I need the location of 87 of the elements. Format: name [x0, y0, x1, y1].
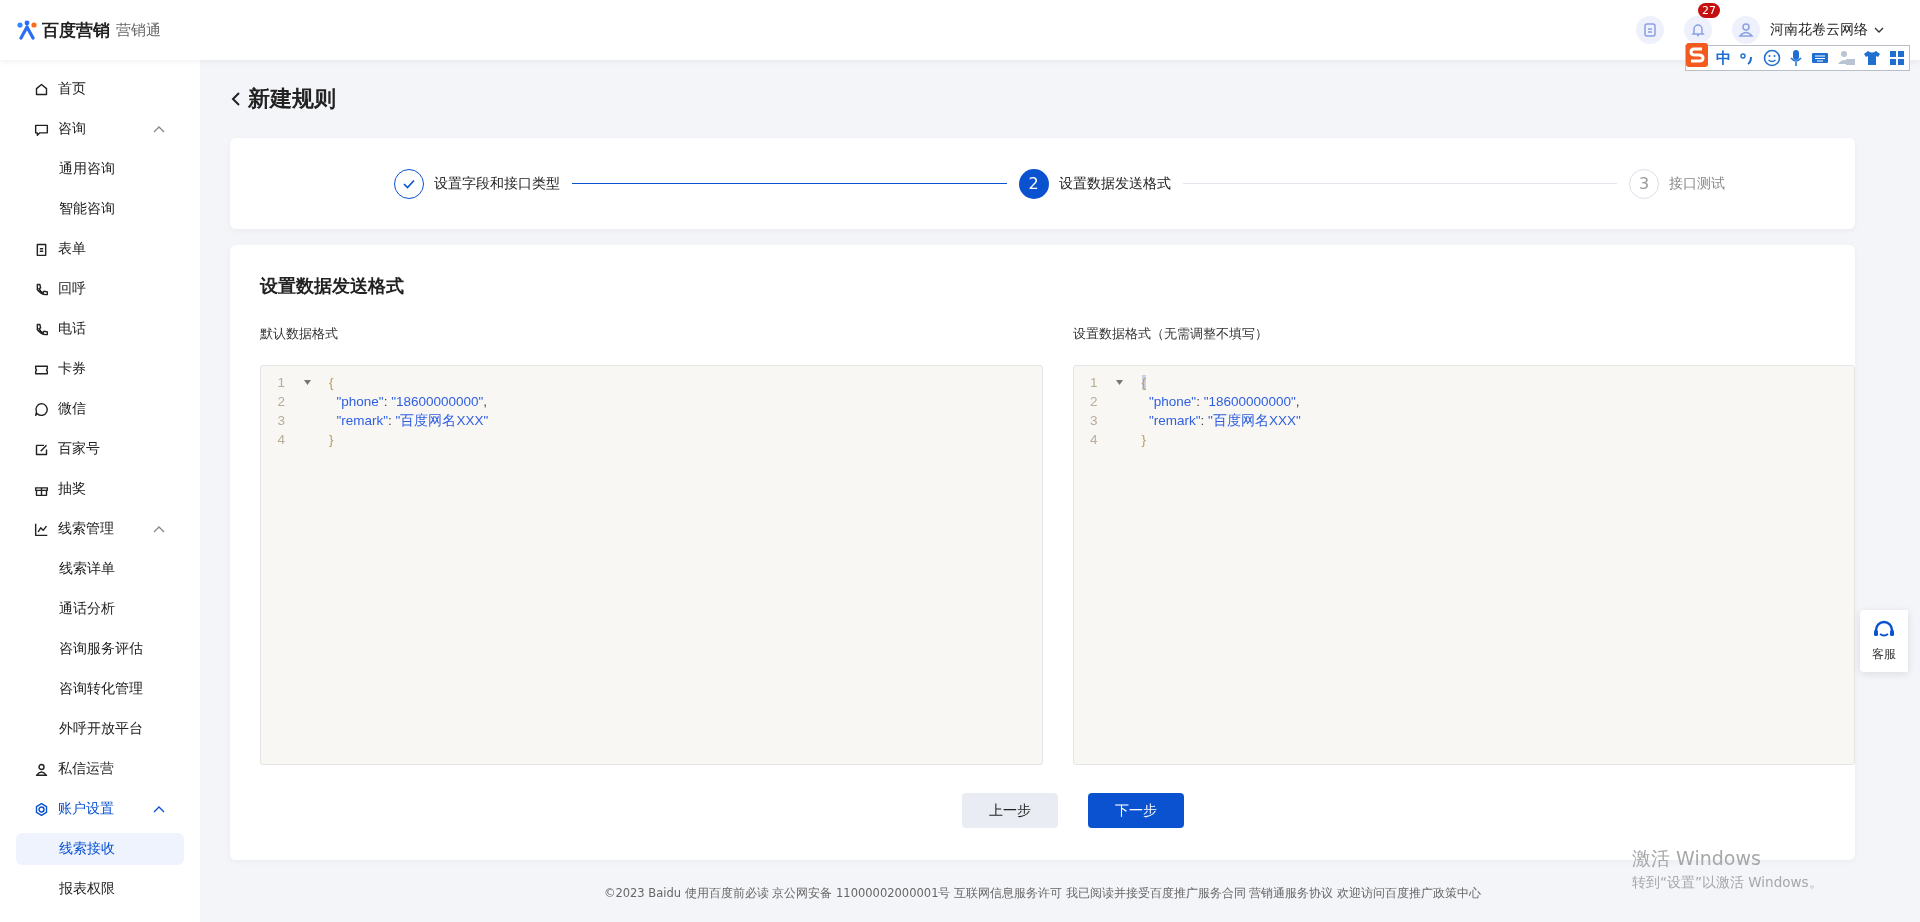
sidebar-subitem[interactable]: 线索接收: [16, 833, 184, 865]
code-line: "phone": "18600000000",: [335, 394, 488, 409]
keyboard-icon[interactable]: [1811, 51, 1829, 65]
sidebar-item[interactable]: 回呼: [0, 269, 200, 309]
code-line: "remark": "百度网名XXX": [335, 411, 489, 430]
code-line: "remark": "百度网名XXX": [1148, 411, 1301, 430]
caret-icon: [1874, 26, 1884, 34]
check-icon: [402, 177, 416, 190]
sidebar-subitem[interactable]: 通话分析: [16, 593, 184, 625]
sidebar-item[interactable]: 私信运营: [0, 749, 200, 789]
user-icon: [1738, 22, 1754, 38]
product-name: 营销通: [116, 20, 161, 40]
activation-hint: 转到“设置”以激活 Windows。: [1632, 874, 1823, 892]
code-line: {: [329, 375, 334, 390]
code-line: }: [329, 432, 334, 447]
code-line: }: [1141, 432, 1146, 447]
ime-mode[interactable]: 中: [1716, 48, 1731, 68]
sidebar-item[interactable]: 咨询: [0, 109, 200, 149]
editor-label: 设置数据格式（无需调整不填写）: [1072, 325, 1269, 343]
brand-name: 百度营销: [42, 18, 110, 42]
sidebar-subitem[interactable]: 智能咨询: [16, 193, 184, 225]
line-number: 4: [1089, 432, 1098, 447]
microphone-icon[interactable]: [1789, 49, 1803, 67]
sidebar-subitem[interactable]: 咨询服务评估: [16, 633, 184, 665]
clipboard-button[interactable]: [1636, 16, 1664, 44]
step-label: 接口测试: [1669, 174, 1725, 193]
fold-icon[interactable]: [1116, 380, 1123, 385]
footer-text: ©2023 Baidu 使用百度前必读 京公网安备 11000002000001号 互联网信息服务许可 我已阅读并接受百度推广服务合同 营销通服务协议 欢迎访问百度推广政策中心: [603, 886, 1482, 901]
customer-service-button[interactable]: 客服: [1860, 610, 1908, 672]
clipboard-icon: [1642, 22, 1658, 38]
grid-icon[interactable]: [1889, 50, 1905, 66]
sidebar-item[interactable]: 账户设置: [0, 789, 200, 829]
step-indicator: 2: [1018, 168, 1049, 199]
step-label: 设置数据发送格式: [1058, 174, 1171, 193]
ime-logo-icon[interactable]: [1686, 43, 1708, 67]
line-number: 2: [276, 394, 285, 409]
phone-icon: [34, 281, 49, 297]
code-editor[interactable]: 1 { 2 "phone": "18600000000", 3 "remark": "百度网名XXX" 4 }: [1072, 365, 1855, 765]
chart-icon: [34, 521, 49, 537]
editor-label: 默认数据格式: [260, 325, 339, 343]
sidebar-item[interactable]: 线索管理: [0, 509, 200, 549]
sidebar-item[interactable]: 电话: [0, 309, 200, 349]
sidebar-item[interactable]: 百家号: [0, 429, 200, 469]
chevron-icon[interactable]: [153, 525, 165, 533]
line-number: 1: [276, 375, 285, 390]
phone-icon: [34, 321, 49, 337]
sidebar-item[interactable]: 抽奖: [0, 469, 200, 509]
notification-button[interactable]: [1684, 16, 1712, 44]
sidebar-subitem[interactable]: 通用咨询: [16, 153, 184, 185]
line-number: 3: [276, 413, 285, 428]
line-number: 4: [276, 432, 285, 447]
account-menu[interactable]: 河南花卷云网络: [1770, 21, 1884, 39]
step-button[interactable]: 下一步: [1087, 793, 1184, 828]
settings-icon: [34, 801, 49, 817]
chevron-icon[interactable]: [153, 125, 165, 133]
line-number: 3: [1089, 413, 1098, 428]
line-number: 1: [1089, 375, 1098, 390]
logo-icon: [16, 20, 38, 40]
fold-icon[interactable]: [303, 380, 311, 385]
sidebar-item[interactable]: 首页: [0, 69, 200, 109]
home-icon: [34, 81, 49, 97]
sidebar-subitem[interactable]: 线索详单: [16, 553, 184, 585]
punctuation-icon[interactable]: [1739, 51, 1755, 65]
step-button[interactable]: 上一步: [961, 793, 1058, 828]
line-number: 2: [1089, 394, 1098, 409]
bell-icon: [1690, 22, 1706, 38]
emoji-icon[interactable]: [1763, 49, 1781, 67]
sidebar-item[interactable]: 卡券: [0, 349, 200, 389]
people-icon: [34, 761, 49, 777]
shirt-icon[interactable]: [1863, 50, 1881, 66]
sidebar-subitem[interactable]: 咨询转化管理: [16, 673, 184, 705]
sidebar-item[interactable]: 微信: [0, 389, 200, 429]
sidebar-subitem[interactable]: 外呼开放平台: [16, 713, 184, 745]
form-icon: [34, 241, 49, 257]
code-line: "phone": "18600000000",: [1148, 394, 1300, 409]
chat-icon: [34, 401, 49, 417]
step-label: 设置字段和接口类型: [434, 174, 560, 193]
section-title: 设置数据发送格式: [260, 275, 405, 297]
page-title: 新建规则: [248, 85, 336, 113]
sidebar-item[interactable]: 表单: [0, 229, 200, 269]
sidebar-subitem[interactable]: 报表权限: [16, 873, 184, 905]
chevron-icon[interactable]: [153, 805, 165, 813]
back-icon[interactable]: [230, 90, 242, 108]
notification-count: 27: [1698, 3, 1720, 18]
code-editor[interactable]: 1 { 2 "phone": "18600000000", 3 "remark": "百度网名XXX" 4 }: [260, 365, 1043, 765]
user-avatar[interactable]: [1732, 16, 1760, 44]
activation-title: 激活 Windows: [1632, 846, 1762, 871]
